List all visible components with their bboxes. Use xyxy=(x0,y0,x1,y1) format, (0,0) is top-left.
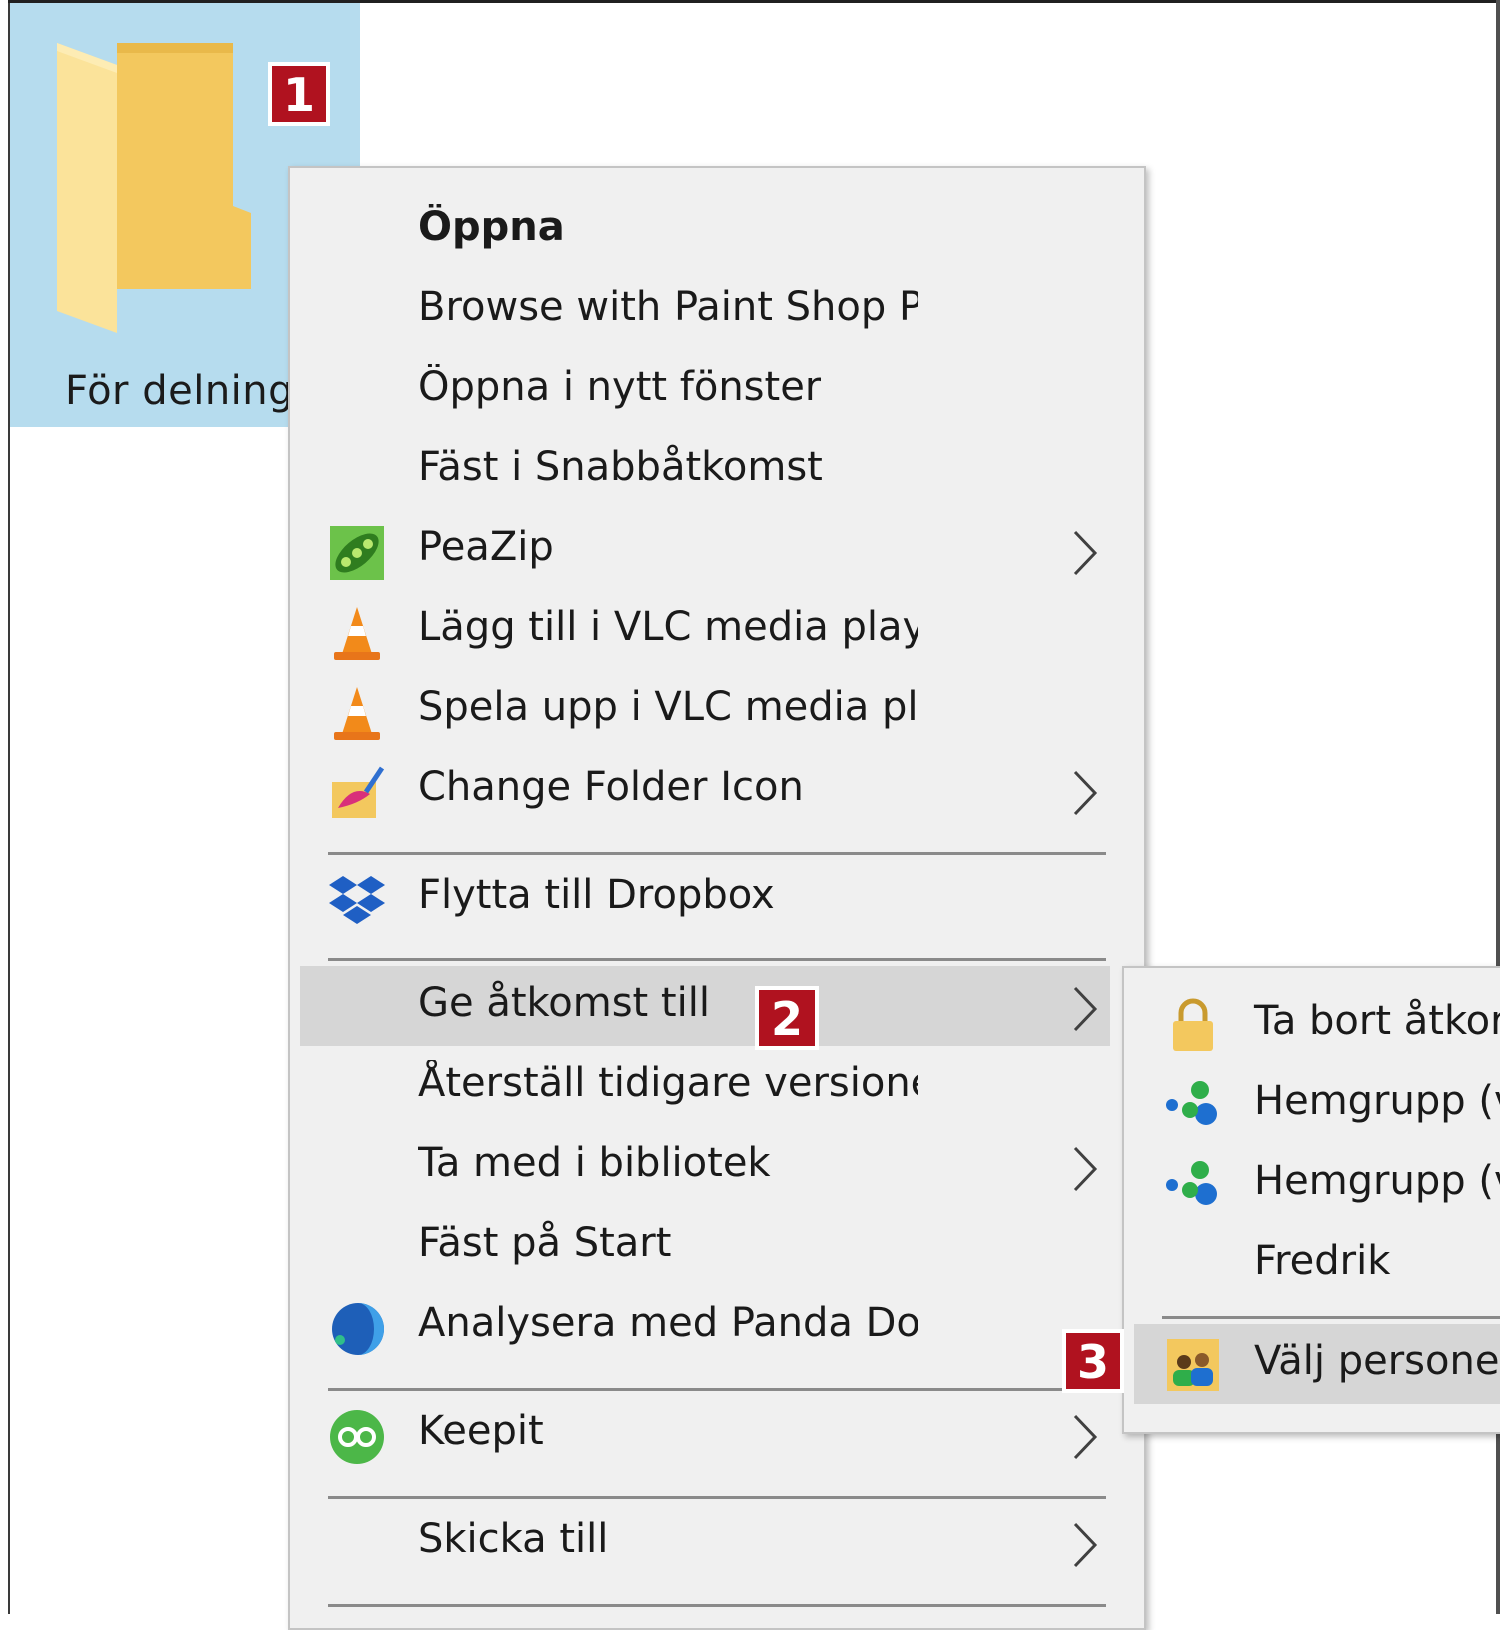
submenu-item-label: Hemgrupp (v xyxy=(1254,1078,1500,1124)
submenu-separator xyxy=(1162,1316,1500,1319)
menu-item-include-library[interactable]: Ta med i bibliotek xyxy=(290,1126,1144,1206)
submenu-item-user-fredrik[interactable]: Fredrik xyxy=(1124,1224,1500,1304)
menu-item-browse-paint-shop[interactable]: Browse with Paint Shop Pı xyxy=(290,270,1144,350)
context-menu: Öppna Browse with Paint Shop Pı Öppna i … xyxy=(288,166,1146,1630)
menu-item-label: Öppna xyxy=(418,204,565,250)
menu-item-panda-scan[interactable]: Analysera med Panda Dor xyxy=(290,1286,1144,1366)
menu-item-change-folder-icon[interactable]: Change Folder Icon xyxy=(290,750,1144,830)
menu-item-pin-quick-access[interactable]: Fäst i Snabbåtkomst xyxy=(290,430,1144,510)
submenu-item-label: Fredrik xyxy=(1254,1238,1391,1284)
submenu-item-select-people[interactable]: Välj personer xyxy=(1134,1324,1500,1404)
select-people-icon xyxy=(1167,1339,1219,1391)
menu-item-label: Fäst i Snabbåtkomst xyxy=(418,444,823,490)
menu-item-keepit[interactable]: Keepit xyxy=(290,1394,1144,1474)
step-badge-2: 2 xyxy=(755,986,819,1050)
menu-item-open-new-window[interactable]: Öppna i nytt fönster xyxy=(290,350,1144,430)
menu-item-label: Keepit xyxy=(418,1408,544,1454)
homegroup-icon xyxy=(1166,1161,1217,1205)
menu-item-label: Ta med i bibliotek xyxy=(418,1140,771,1186)
menu-item-move-dropbox[interactable]: Flytta till Dropbox xyxy=(290,858,1144,938)
menu-item-label: Spela upp i VLC media pla xyxy=(418,684,918,730)
menu-item-label: Lägg till i VLC media playe xyxy=(418,604,918,650)
submenu-item-label: Välj personer xyxy=(1254,1338,1500,1384)
menu-item-label: Ge åtkomst till xyxy=(418,980,710,1026)
menu-item-restore-versions[interactable]: Återställ tidigare versioner xyxy=(290,1046,1144,1126)
menu-separator xyxy=(328,852,1106,855)
menu-item-label: Öppna i nytt fönster xyxy=(418,364,822,410)
submenu-item-homegroup-view[interactable]: Hemgrupp (v xyxy=(1124,1064,1500,1144)
menu-item-vlc-play[interactable]: Spela upp i VLC media pla xyxy=(290,670,1144,750)
menu-item-open[interactable]: Öppna xyxy=(290,190,1144,270)
menu-item-label: Analysera med Panda Dor xyxy=(418,1300,918,1346)
lock-icon xyxy=(1173,998,1213,1051)
panda-dome-icon xyxy=(332,1303,384,1355)
homegroup-icon xyxy=(1166,1081,1217,1125)
dropbox-icon xyxy=(329,876,385,924)
menu-item-label: PeaZip xyxy=(418,524,554,570)
menu-item-label: Change Folder Icon xyxy=(418,764,804,810)
menu-separator xyxy=(328,958,1106,961)
chevron-right-icon xyxy=(1073,530,1098,576)
submenu-item-label: Ta bort åtkor xyxy=(1254,998,1500,1044)
chevron-right-icon xyxy=(1073,986,1098,1032)
vlc-cone-icon xyxy=(334,607,380,660)
menu-item-label: Flytta till Dropbox xyxy=(418,872,775,918)
step-badge-3: 3 xyxy=(1062,1329,1124,1393)
submenu-item-label: Hemgrupp (v xyxy=(1254,1158,1500,1204)
menu-item-label: Skicka till xyxy=(418,1516,609,1562)
submenu-give-access: Ta bort åtkor Hemgrupp (v Hemgrupp (v Fr… xyxy=(1122,966,1500,1434)
keepit-icon xyxy=(330,1410,384,1464)
chevron-right-icon xyxy=(1073,770,1098,816)
change-folder-icon xyxy=(332,766,385,818)
folder-label: För delning xyxy=(65,368,295,414)
peazip-icon xyxy=(330,526,384,580)
menu-item-label: Fäst på Start xyxy=(418,1220,672,1266)
menu-separator xyxy=(328,1604,1106,1607)
step-badge-1: 1 xyxy=(268,62,330,126)
menu-separator xyxy=(328,1496,1106,1499)
menu-item-label: Återställ tidigare versioner xyxy=(418,1060,918,1106)
menu-item-vlc-add[interactable]: Lägg till i VLC media playe xyxy=(290,590,1144,670)
menu-item-peazip[interactable]: PeaZip xyxy=(290,510,1144,590)
submenu-item-homegroup-edit[interactable]: Hemgrupp (v xyxy=(1124,1144,1500,1224)
submenu-item-remove-access[interactable]: Ta bort åtkor xyxy=(1124,984,1500,1064)
menu-item-give-access[interactable]: Ge åtkomst till xyxy=(300,966,1110,1046)
menu-item-pin-start[interactable]: Fäst på Start xyxy=(290,1206,1144,1286)
chevron-right-icon xyxy=(1073,1522,1098,1568)
chevron-right-icon xyxy=(1073,1414,1098,1460)
menu-item-send-to[interactable]: Skicka till xyxy=(290,1502,1144,1582)
menu-item-label: Browse with Paint Shop Pı xyxy=(418,284,918,330)
chevron-right-icon xyxy=(1073,1146,1098,1192)
vlc-cone-icon xyxy=(334,687,380,740)
menu-separator xyxy=(328,1388,1106,1391)
folder-icon xyxy=(57,43,251,333)
